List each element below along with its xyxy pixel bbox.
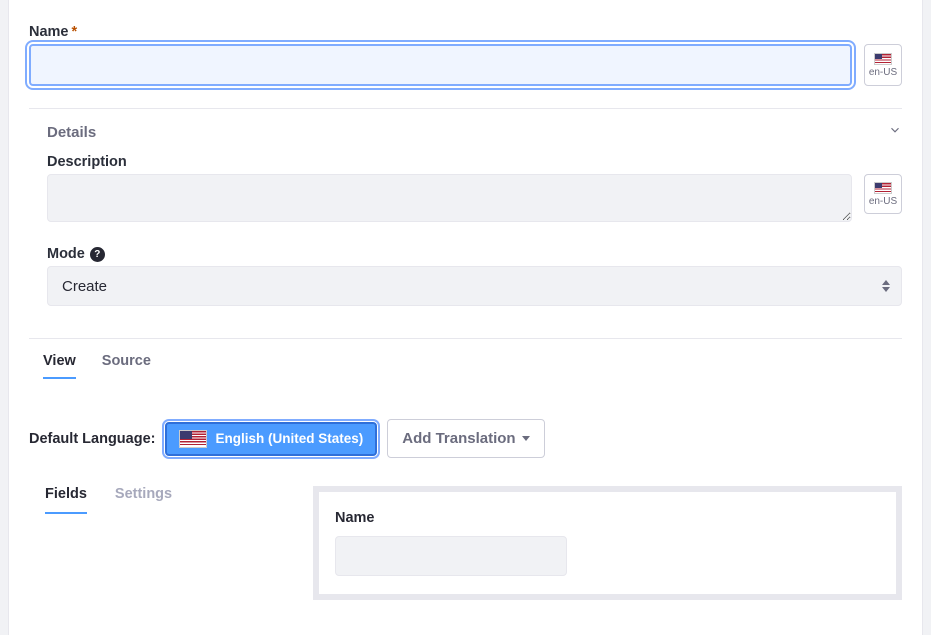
help-icon[interactable]: ?: [90, 247, 105, 262]
description-locale-code: en-US: [869, 196, 897, 207]
details-title: Details: [47, 124, 96, 141]
tab-settings[interactable]: Settings: [115, 486, 172, 514]
description-input[interactable]: [47, 174, 852, 222]
preview-name-input[interactable]: [335, 536, 567, 576]
name-input[interactable]: [29, 44, 852, 86]
us-flag-icon: [874, 53, 892, 65]
mode-select[interactable]: Create: [47, 266, 902, 306]
default-language-text: English (United States): [215, 431, 363, 446]
default-language-label: Default Language:: [29, 431, 155, 447]
add-translation-text: Add Translation: [402, 430, 515, 447]
name-locale-code: en-US: [869, 67, 897, 78]
us-flag-icon: [179, 430, 207, 448]
add-translation-button[interactable]: Add Translation: [387, 419, 544, 458]
tab-view[interactable]: View: [43, 353, 76, 379]
required-star-icon: *: [72, 24, 78, 40]
details-toggle[interactable]: Details: [29, 109, 902, 154]
description-label: Description: [47, 154, 902, 170]
name-label-text: Name: [29, 24, 69, 40]
caret-down-icon: [522, 436, 530, 441]
builder-area: Fields Settings Name: [29, 486, 902, 600]
us-flag-icon: [874, 182, 892, 194]
editor-tabs: View Source: [29, 339, 902, 379]
mode-label: Mode ?: [47, 246, 902, 262]
mode-label-text: Mode: [47, 246, 85, 262]
chevron-down-icon: [888, 123, 902, 142]
description-locale-selector[interactable]: en-US: [864, 174, 902, 214]
name-locale-selector[interactable]: en-US: [864, 44, 902, 86]
builder-tabs: Fields Settings: [29, 486, 289, 514]
tab-fields[interactable]: Fields: [45, 486, 87, 514]
tab-source[interactable]: Source: [102, 353, 151, 379]
default-language-button[interactable]: English (United States): [165, 422, 377, 456]
form-card: Name * en-US Details Description: [8, 0, 923, 635]
language-row: Default Language: English (United States…: [29, 419, 902, 458]
name-label: Name *: [29, 24, 902, 40]
details-body: Description en-US Mode ? Create: [29, 154, 902, 306]
preview-panel: Name: [313, 486, 902, 600]
preview-name-label: Name: [335, 510, 880, 526]
